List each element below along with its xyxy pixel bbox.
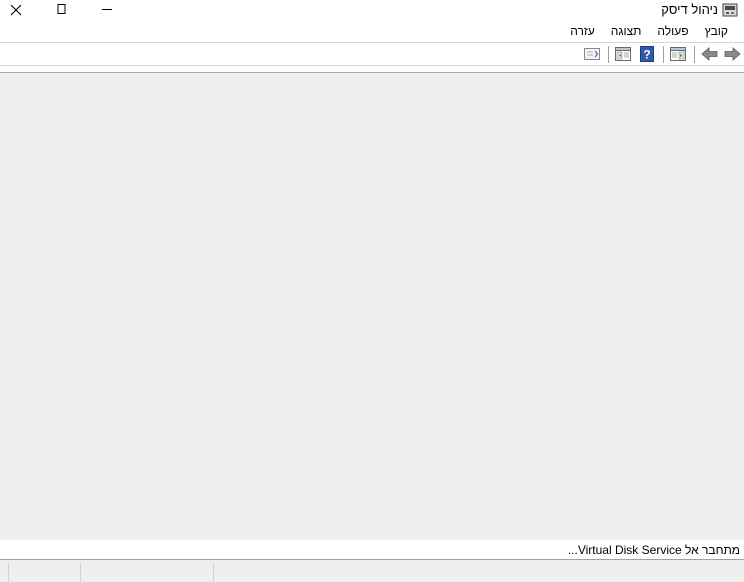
close-icon: [10, 4, 22, 16]
status-bar-separator: [213, 563, 214, 582]
menu-action[interactable]: פעולה: [649, 21, 696, 41]
toolbar: ?: [0, 42, 744, 66]
toolbar-separator: [608, 46, 609, 63]
close-button[interactable]: [0, 0, 32, 20]
forward-icon: [724, 47, 741, 61]
properties-button[interactable]: [614, 46, 632, 62]
properties-icon: [615, 47, 631, 61]
status-bar-separator: [80, 563, 81, 582]
menu-file[interactable]: קובץ: [697, 21, 736, 41]
status-bar: [0, 560, 744, 582]
toolbar-separator: [663, 46, 664, 63]
forward-button[interactable]: [723, 46, 741, 62]
toolbar-separator: [694, 46, 695, 63]
svg-text:?: ?: [643, 48, 650, 62]
disk-management-icon: [722, 3, 738, 17]
export-list-button[interactable]: [583, 46, 601, 62]
main-content-area: [0, 72, 744, 540]
restore-icon: [57, 4, 66, 14]
title-area: ניהול דיסק: [661, 0, 738, 20]
help-button[interactable]: ?: [638, 46, 656, 62]
window-title: ניהול דיסק: [661, 2, 718, 17]
back-icon: [700, 47, 717, 61]
minimize-button[interactable]: [84, 0, 130, 20]
minimize-icon: [102, 9, 112, 10]
menu-help[interactable]: עזרה: [562, 21, 603, 41]
back-button[interactable]: [700, 46, 718, 62]
title-bar: ניהול דיסק: [0, 0, 744, 20]
show-hide-console-tree-button[interactable]: [669, 46, 687, 62]
show-hide-console-tree-icon: [670, 47, 686, 61]
menu-view[interactable]: תצוגה: [603, 21, 650, 41]
menu-bar: קובץ פעולה תצוגה עזרה: [0, 20, 744, 42]
status-bar-separator: [8, 563, 9, 582]
restore-button[interactable]: [38, 0, 84, 20]
export-list-icon: [584, 48, 600, 60]
status-message: מתחבר אל Virtual Disk Service...: [567, 543, 740, 557]
help-icon: ?: [640, 46, 654, 62]
